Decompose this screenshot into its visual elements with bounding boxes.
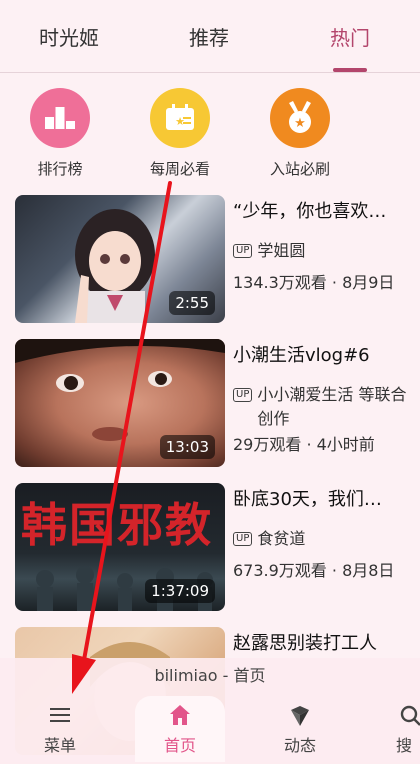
menu-icon (50, 708, 70, 722)
nav-label: 菜单 (43, 736, 76, 755)
video-card[interactable]: 13:03 小潮生活vlog#6 UP 小小潮爱生活 等联合创作 29万观看 ·… (15, 339, 420, 469)
video-author: 食贫道 (257, 529, 306, 548)
tab-recommend[interactable]: 推荐 (189, 22, 229, 51)
video-card[interactable]: 2:55 “少年，你也喜欢… UP 学姐圆 134.3万观看 · 8月9日 (15, 195, 420, 325)
app-title: bilimiao - 首页 (154, 666, 266, 685)
video-stats: 673.9万观看 · 8月8日 (233, 561, 395, 580)
dynamic-icon (291, 706, 309, 726)
up-badge-icon: UP (233, 532, 253, 546)
tab-popular[interactable]: 热门 (330, 22, 370, 51)
video-author: 小小潮爱生活 等联合创作 (257, 385, 407, 428)
quick-entry-ranking[interactable]: 排行榜 (15, 88, 105, 179)
thumbnail-caption: 韩国邪教 (21, 498, 213, 552)
medal-icon: ★ (270, 88, 330, 148)
video-duration: 1:37:09 (145, 579, 215, 603)
video-title: 赵露思别装打工人 (233, 633, 377, 654)
ranking-icon (30, 88, 90, 148)
video-title: 小潮生活vlog#6 (233, 345, 370, 366)
nav-home[interactable]: 首页 (135, 696, 225, 762)
nav-menu[interactable]: 菜单 (15, 696, 105, 762)
search-icon (400, 705, 420, 726)
video-title: “少年，你也喜欢… (233, 201, 387, 222)
quick-entry-label: 每周必看 (149, 160, 210, 178)
video-author: 学姐圆 (257, 241, 306, 260)
divider (0, 72, 420, 73)
nav-dynamic[interactable]: 动态 (255, 696, 345, 762)
video-thumbnail: 韩国邪教 1:37:09 (15, 483, 225, 611)
svg-text:★: ★ (175, 115, 185, 128)
up-badge-icon: UP (233, 388, 253, 402)
top-tab-bar: 时光姬 推荐 热门 (0, 0, 420, 72)
quick-entry-must-watch[interactable]: ★ 入站必刷 (255, 88, 345, 179)
video-card[interactable]: 韩国邪教 1:37:09 卧底30天，我们… UP 食贫道 673.9万观看 ·… (15, 483, 420, 613)
nav-search[interactable]: 搜 (375, 696, 420, 762)
svg-text:★: ★ (294, 116, 306, 131)
quick-entry-label: 入站必刷 (269, 160, 330, 178)
up-badge-icon: UP (233, 244, 253, 258)
tab-shiguangji[interactable]: 时光姬 (39, 22, 99, 51)
video-thumbnail: 2:55 (15, 195, 225, 323)
nav-label: 动态 (283, 736, 316, 755)
video-stats: 134.3万观看 · 8月9日 (233, 273, 395, 292)
quick-entry-label: 排行榜 (37, 160, 83, 178)
video-duration: 13:03 (159, 435, 215, 459)
video-duration: 2:55 (169, 291, 215, 315)
quick-entry-weekly[interactable]: ★ 每周必看 (135, 88, 225, 179)
video-stats: 29万观看 · 4小时前 (233, 435, 375, 454)
video-title: 卧底30天，我们… (233, 489, 382, 510)
nav-label: 首页 (163, 736, 196, 755)
nav-label: 搜 (396, 736, 413, 755)
weekly-calendar-icon: ★ (150, 88, 210, 148)
video-thumbnail: 13:03 (15, 339, 225, 467)
home-icon (170, 705, 190, 725)
bottom-navigation: bilimiao - 首页 菜单 首页 动态 搜 (0, 658, 420, 764)
